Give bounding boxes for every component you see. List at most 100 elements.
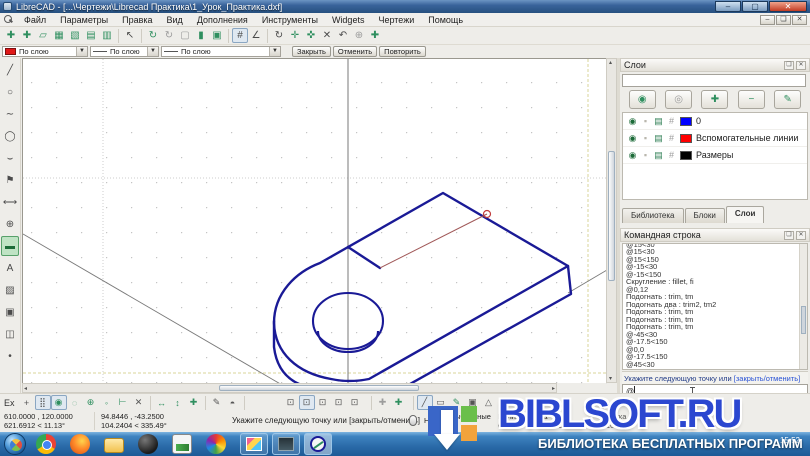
taskbar-app-librecad[interactable]: [304, 433, 332, 455]
dot-tool-icon[interactable]: •: [1, 346, 19, 366]
snap-on-entity-icon[interactable]: ◌: [67, 395, 83, 410]
layer-visible-icon[interactable]: ◉: [626, 116, 639, 127]
scroll-down-icon[interactable]: ▾: [609, 375, 612, 382]
mdi-document-icon[interactable]: [4, 15, 13, 24]
firefox-icon[interactable]: [70, 434, 90, 454]
undo-action-button[interactable]: Отменить: [333, 46, 377, 57]
snap-free-icon[interactable]: +: [19, 395, 35, 410]
dimension-tool-icon[interactable]: ⟷: [1, 192, 19, 212]
menu-tools[interactable]: Инструменты: [255, 14, 325, 26]
view-option-2-icon[interactable]: ⊡: [299, 395, 315, 410]
vertical-scroll-thumb[interactable]: [608, 151, 615, 281]
line-tool-icon[interactable]: ╱: [1, 60, 19, 80]
option-pen-icon[interactable]: ✎: [449, 395, 465, 410]
open-file-icon[interactable]: ▱: [35, 28, 51, 43]
view-option-5-icon[interactable]: ⊡: [347, 395, 363, 410]
isometric-grid-icon[interactable]: ∠: [248, 28, 264, 43]
zoom-in-icon[interactable]: ✛: [287, 28, 303, 43]
snap-distance-icon[interactable]: ⊢: [115, 395, 131, 410]
canvas-horizontal-scrollbar[interactable]: ◂ ▸: [22, 383, 557, 393]
history-scroll-thumb[interactable]: [801, 306, 806, 334]
close-button[interactable]: ✕: [769, 1, 807, 12]
media-app-icon[interactable]: [206, 434, 226, 454]
measure-tool-icon[interactable]: ▬: [1, 236, 19, 256]
minimize-button[interactable]: –: [715, 1, 741, 12]
mdi-minimize-button[interactable]: –: [760, 15, 775, 25]
snap-center-icon[interactable]: ⊕: [83, 395, 99, 410]
layer-construction-icon[interactable]: #: [665, 133, 678, 143]
option-polyline-icon[interactable]: ▭: [433, 395, 449, 410]
zoom-pan-icon[interactable]: ✚: [367, 28, 383, 43]
close-action-button[interactable]: Закрыть: [292, 46, 331, 57]
new-from-template-icon[interactable]: ✚: [19, 28, 35, 43]
layer-row[interactable]: ◉ ▪ ▤ # 0: [623, 113, 807, 130]
drawing-canvas[interactable]: [22, 58, 606, 383]
layer-lock-icon[interactable]: ▪: [639, 116, 652, 126]
mdi-close-button[interactable]: ✕: [792, 15, 807, 25]
edit-layer-button[interactable]: ✎: [774, 90, 801, 109]
zoom-out-icon[interactable]: ✜: [303, 28, 319, 43]
layer-name[interactable]: Размеры: [696, 150, 733, 160]
insert-tool-icon[interactable]: ⚑: [1, 170, 19, 190]
view-option-4-icon[interactable]: ⊡: [331, 395, 347, 410]
menu-widgets[interactable]: Widgets: [325, 14, 372, 26]
title-bar[interactable]: LibreCAD - [...\Чертежи\Librecad Практик…: [0, 0, 810, 13]
layer-print-icon[interactable]: ▤: [652, 133, 665, 144]
menu-options[interactable]: Параметры: [53, 14, 115, 26]
layer-color-swatch[interactable]: [680, 151, 692, 160]
mdi-restore-button[interactable]: ❏: [776, 15, 791, 25]
layer-name[interactable]: Вспомогательные линии: [696, 133, 798, 143]
select-pointer-icon[interactable]: ↖: [122, 28, 138, 43]
back-label[interactable]: Назад: [424, 416, 446, 425]
panel-icon[interactable]: ▮: [193, 28, 209, 43]
editor-app-icon[interactable]: [172, 434, 192, 454]
delete-original-icon[interactable]: ✚: [391, 395, 407, 410]
layer-construction-icon[interactable]: #: [665, 150, 678, 160]
menu-view[interactable]: Вид: [160, 14, 190, 26]
snap-intersection-icon[interactable]: ✕: [131, 395, 147, 410]
zoom-previous-icon[interactable]: ↶: [335, 28, 351, 43]
zoom-window-icon[interactable]: ⊕: [351, 28, 367, 43]
restrict-horizontal-icon[interactable]: ↔: [154, 395, 170, 410]
layer-filter-input[interactable]: [622, 74, 806, 87]
maximize-button[interactable]: ▢: [742, 1, 768, 12]
print-icon[interactable]: ▤: [83, 28, 99, 43]
layers-panel-header[interactable]: Слои ❏ ✕: [620, 58, 810, 72]
layer-print-icon[interactable]: ▤: [652, 150, 665, 161]
taskbar-app-viewer[interactable]: [272, 433, 300, 455]
chrome-icon[interactable]: [36, 434, 56, 454]
command-panel-header[interactable]: Командная строка ❏ ✕: [620, 228, 810, 242]
dark-app-icon[interactable]: [138, 434, 158, 454]
layer-row[interactable]: ◉ ▪ ▤ # Вспомогательные линии: [623, 130, 807, 147]
command-history[interactable]: @15<30 @15<30 @15<150 @-15<30 @-15<150 С…: [622, 243, 808, 370]
horizontal-scroll-thumb[interactable]: [219, 385, 419, 391]
ellipse-tool-icon[interactable]: ◯: [1, 126, 19, 146]
menu-help[interactable]: Помощь: [421, 14, 470, 26]
menu-file[interactable]: Файл: [17, 14, 53, 26]
set-relative-zero-icon[interactable]: ✎: [209, 395, 225, 410]
menu-edit[interactable]: Правка: [115, 14, 159, 26]
modify-tool-icon[interactable]: ⊕: [1, 214, 19, 234]
scroll-up-icon[interactable]: ▴: [609, 59, 612, 66]
option-mirror-icon[interactable]: △: [481, 395, 497, 410]
history-scrollbar[interactable]: [799, 244, 807, 369]
option-line-icon[interactable]: ╱: [417, 395, 433, 410]
view-option-1-icon[interactable]: ⊡: [283, 395, 299, 410]
line-width-combobox[interactable]: По слою ▼: [90, 46, 159, 57]
layer-lock-icon[interactable]: ▪: [639, 150, 652, 160]
layer-color-swatch[interactable]: [680, 117, 692, 126]
save-as-icon[interactable]: ▧: [67, 28, 83, 43]
text-tool-icon[interactable]: A: [1, 258, 19, 278]
explorer-icon[interactable]: [104, 438, 124, 453]
redo-action-button[interactable]: Повторить: [379, 46, 426, 57]
hatch-tool-icon[interactable]: ▨: [1, 280, 19, 300]
layer-name[interactable]: 0: [696, 116, 701, 126]
layer-visible-icon[interactable]: ◉: [626, 133, 639, 144]
taskbar-clock[interactable]: 15:52: [780, 436, 800, 445]
zoom-redraw-icon[interactable]: ↻: [271, 28, 287, 43]
tab-layers[interactable]: Слои: [726, 206, 765, 223]
redo-icon[interactable]: ↻: [145, 28, 161, 43]
tab-blocks[interactable]: Блоки: [685, 208, 725, 223]
print-preview-icon[interactable]: ▥: [99, 28, 115, 43]
save-icon[interactable]: ▦: [51, 28, 67, 43]
